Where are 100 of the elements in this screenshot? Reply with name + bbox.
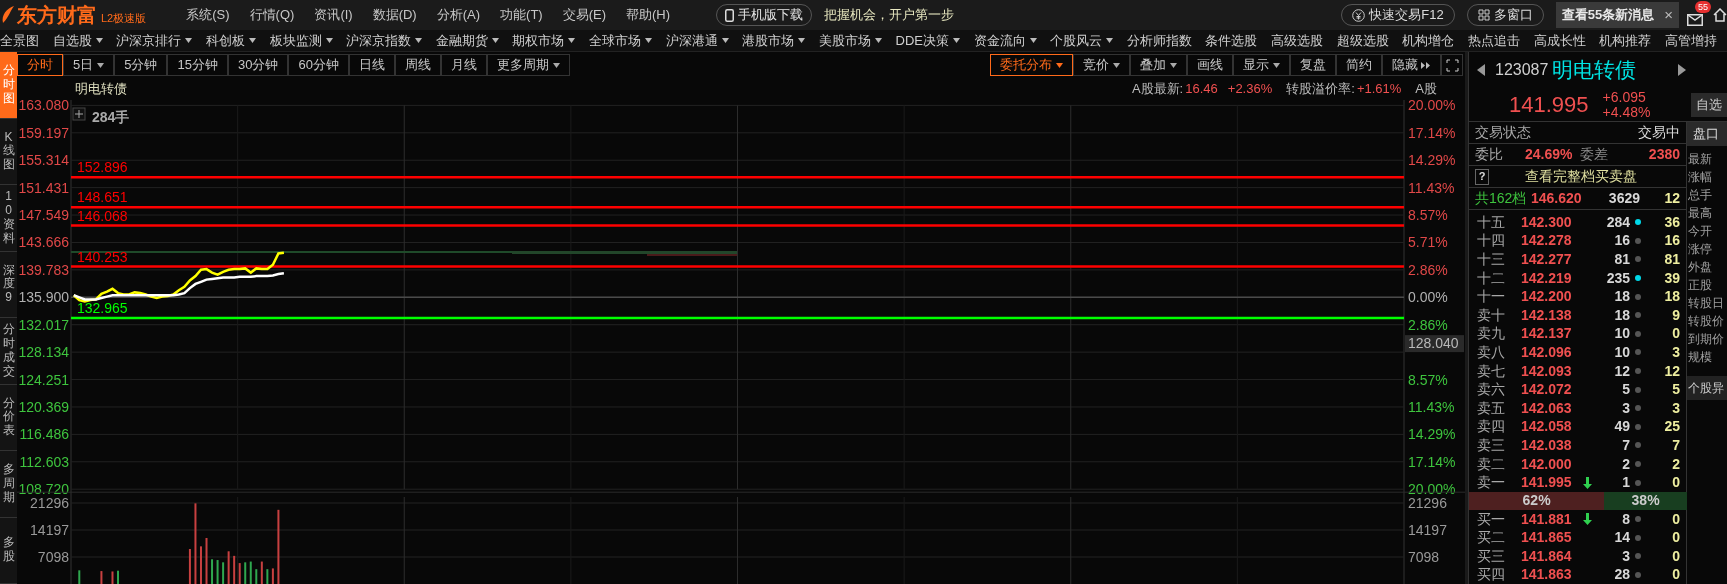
last-price: 141.995	[1509, 91, 1589, 119]
order-volume: 18	[1613, 305, 1630, 325]
chart-tool-button[interactable]: 画线	[1187, 54, 1233, 76]
previous-icon[interactable]	[1477, 64, 1485, 76]
level-label: 卖六	[1477, 380, 1506, 400]
panel-tab[interactable]: 个股异	[1687, 376, 1727, 400]
caret-icon	[568, 38, 576, 43]
nav-item[interactable]: 沪深京指数	[346, 30, 423, 51]
side-tab[interactable]: 深度9	[0, 251, 17, 318]
down-arrow-icon	[1583, 513, 1592, 526]
nav-item[interactable]: 热点追击	[1467, 30, 1520, 51]
order-price: 142.063	[1521, 398, 1573, 418]
order-count: 5	[1671, 380, 1681, 400]
price-level-label: 152.896	[77, 159, 128, 176]
chart-tool-button[interactable]: 委托分布	[990, 54, 1073, 76]
menu-item[interactable]: 功能(T)	[500, 5, 543, 25]
menu-item[interactable]: 帮助(H)	[626, 5, 671, 25]
promo-text[interactable]: 把握机会，开户第一步	[824, 5, 955, 25]
chart-tool-button[interactable]: 显示	[1233, 54, 1290, 76]
caret-icon	[491, 38, 499, 43]
nav-item[interactable]: DDE决策	[895, 30, 960, 51]
nav-item[interactable]: 机构推荐	[1599, 30, 1652, 51]
order-price: 142.093	[1521, 361, 1573, 381]
next-icon[interactable]	[1678, 64, 1686, 76]
news-text[interactable]: 查看55条新消息	[1561, 5, 1655, 25]
volume-bar	[211, 559, 214, 584]
chart-tool-button[interactable]: 隐藏	[1382, 54, 1441, 76]
chart-tool-button[interactable]: 叠加	[1130, 54, 1187, 76]
side-tab[interactable]: 10资料	[0, 185, 17, 252]
full-book-link[interactable]: 查看完整档买卖盘	[1525, 166, 1637, 187]
axis-label: 108.720	[18, 481, 69, 498]
panel-tab[interactable]: 盘口	[1687, 122, 1727, 146]
close-button[interactable]: ×	[1664, 3, 1673, 27]
nav-item[interactable]: 高级选股	[1271, 30, 1324, 51]
order-price: 142.277	[1521, 250, 1573, 269]
caret-icon	[721, 38, 729, 43]
nav-item[interactable]: 沪深港通	[665, 30, 729, 51]
period-tab[interactable]: 周线	[394, 54, 441, 76]
period-tab[interactable]: 15分钟	[167, 54, 228, 76]
volume-bar	[255, 569, 258, 584]
chart-tool-button[interactable]: 竞价	[1073, 54, 1130, 76]
nav-item[interactable]: 美股市场	[818, 30, 882, 51]
menu-item[interactable]: 分析(A)	[436, 5, 481, 25]
period-tab[interactable]: 更多周期	[486, 54, 570, 76]
caret-icon	[248, 38, 256, 43]
period-tab[interactable]: 60分钟	[288, 54, 349, 76]
nav-item[interactable]: 个股风云	[1050, 30, 1114, 51]
nav-item[interactable]: 全球市场	[589, 30, 652, 51]
nav-item[interactable]: 机构增仓	[1402, 30, 1455, 51]
axis-label: 147.549	[18, 207, 69, 224]
nav-item[interactable]: 条件选股	[1205, 30, 1258, 51]
home-icon[interactable]	[1713, 8, 1727, 22]
side-tab[interactable]: 多周期	[0, 451, 17, 518]
side-tab[interactable]: 分价表	[0, 384, 17, 451]
axis-label: 21296	[30, 495, 69, 511]
axis-label: 14.29%	[1408, 426, 1456, 443]
order-count: 7	[1671, 435, 1681, 455]
period-tab[interactable]: 5日	[63, 54, 115, 76]
period-tab[interactable]: 5分钟	[114, 54, 168, 76]
chart-tool-button[interactable]: 复盘	[1290, 54, 1336, 76]
nav-item[interactable]: 期权市场	[512, 30, 576, 51]
nav-item[interactable]: 港股市场	[742, 30, 806, 51]
order-price: 141.864	[1521, 546, 1573, 566]
nav-item[interactable]: 自选股	[52, 30, 103, 51]
nav-item[interactable]: 金融期货	[435, 30, 499, 51]
side-tab[interactable]: K线图	[0, 118, 17, 185]
menu-item[interactable]: 行情(Q)	[249, 5, 295, 25]
nav-item[interactable]: 资金流向	[973, 30, 1037, 51]
field-label: 正股	[1688, 277, 1713, 294]
menu-item[interactable]: 交易(E)	[562, 5, 606, 25]
watchlist-button[interactable]: 自选	[1691, 92, 1727, 117]
side-tab[interactable]: 多股	[0, 517, 17, 584]
nav-item[interactable]: 沪深京排行	[116, 30, 193, 51]
help-button[interactable]: ?	[1475, 168, 1489, 185]
news-banner[interactable]: 查看55条新消息 ×	[1555, 2, 1679, 28]
nav-item[interactable]: 超级选股	[1336, 30, 1389, 51]
mail-icon[interactable]	[1687, 14, 1703, 26]
nav-item[interactable]: 科创板	[205, 30, 256, 51]
period-tab[interactable]: 日线	[348, 54, 395, 76]
period-tab[interactable]: 分时	[17, 54, 63, 76]
axis-label: 17.14%	[1408, 453, 1456, 470]
menu-item[interactable]: 系统(S)	[186, 5, 230, 25]
period-tab[interactable]: 月线	[440, 54, 487, 76]
level-label: 十一	[1477, 287, 1506, 307]
chart-tool-button[interactable]: 简约	[1336, 54, 1382, 76]
level-label: 卖五	[1477, 398, 1506, 418]
order-price: 141.995	[1521, 473, 1573, 493]
fullscreen-button[interactable]	[1441, 54, 1463, 76]
side-tab[interactable]: 分时成交	[0, 318, 17, 385]
field-label: 最高	[1688, 205, 1713, 222]
nav-item[interactable]: 分析师指数	[1126, 30, 1192, 51]
caret-icon	[95, 38, 103, 43]
menu-item[interactable]: 数据(D)	[372, 5, 417, 25]
nav-item[interactable]: 高成长性	[1533, 30, 1586, 51]
nav-item[interactable]: 高管增持	[1664, 30, 1717, 51]
period-tab[interactable]: 30分钟	[227, 54, 289, 76]
nav-item[interactable]: 全景图	[0, 30, 39, 51]
nav-item[interactable]: 板块监测	[269, 30, 333, 51]
menu-item[interactable]: 资讯(I)	[314, 5, 353, 25]
order-count: 0	[1671, 473, 1681, 493]
